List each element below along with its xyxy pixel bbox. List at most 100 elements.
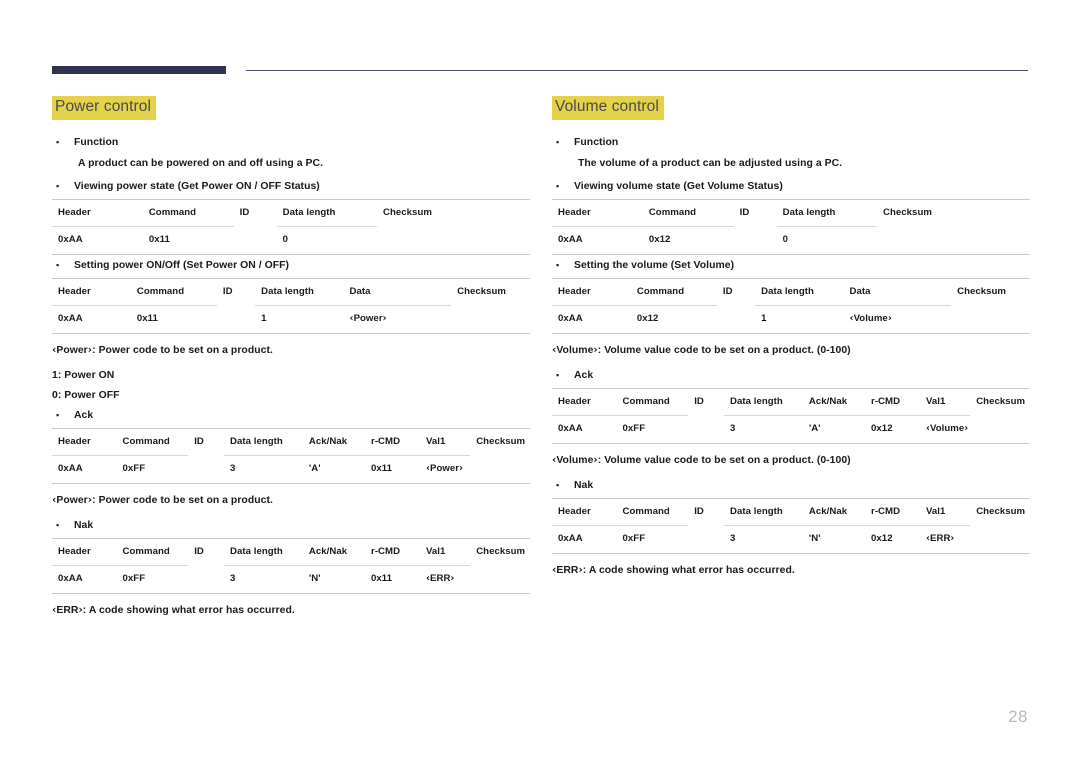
table-cell: 3 (224, 565, 303, 594)
column-header: Data (343, 277, 452, 306)
table-cell: 0 (776, 226, 878, 255)
protocol-table: Header Command ID Data length Ack/Nak r-CMD Va… (52, 427, 530, 484)
bracket-glyph: ‹ (426, 462, 431, 474)
header-rule-thick (52, 66, 226, 74)
bracket-glyph: ‹ (426, 572, 431, 584)
column-header: ID (688, 387, 725, 416)
column-header: ID (188, 537, 225, 566)
table-cell: 0x11 (142, 226, 234, 255)
table-cell: 3 (724, 415, 803, 444)
bullet-label: Setting power ON/Off (Set Power ON / OFF… (74, 259, 290, 271)
bullet-label: Setting the volume (Set Volume) (574, 259, 735, 271)
note-line: 1: Power ON (52, 369, 115, 381)
table-cell: 0xAA (52, 455, 117, 484)
column-header: Ack/Nak (802, 387, 866, 416)
bullet-item: ▪ Ack (52, 407, 530, 424)
column-header: Ack/Nak (302, 427, 366, 456)
bullet-dot-icon: ▪ (556, 479, 560, 490)
column-header: Command (616, 497, 689, 526)
bullet-item: ▪ Nak (552, 477, 1030, 494)
column-header: Command (142, 198, 234, 227)
column-header: Header (52, 277, 131, 306)
column-volume-control: Volume control ▪ Function The volume of a p… (552, 96, 1030, 587)
column-header: Header (552, 387, 617, 416)
table-cell: 'N' (802, 525, 866, 554)
table-cell: 0xAA (52, 226, 143, 255)
bracket-glyph: › (887, 312, 892, 324)
table-cell (951, 305, 1030, 334)
column-header: Data length (724, 387, 803, 416)
bullet-description: A product can be powered on and off usin… (78, 157, 324, 169)
bullet-dot-icon: ▪ (556, 369, 560, 380)
table-cell (970, 415, 1030, 444)
column-header: ID (688, 497, 725, 526)
bracket-glyph: ‹ (926, 532, 931, 544)
table-cell (451, 305, 530, 334)
table-cell: 0xAA (552, 226, 643, 255)
bullet-dot-icon: ▪ (556, 136, 560, 147)
note-line: ‹Volume›: Volume value code to be set on… (552, 453, 851, 466)
bracket-glyph: ‹ (552, 563, 557, 576)
column-header: Data length (224, 427, 303, 456)
table-row: 0xAA 0xFF 3 'A' 0x11 ‹Power› (52, 455, 530, 484)
column-header: ID (188, 427, 225, 456)
table-cell (733, 226, 777, 255)
column-header: Header (552, 277, 631, 306)
table-cell: 0x11 (365, 455, 420, 484)
table-cell (470, 455, 530, 484)
bullet-label: Nak (74, 519, 94, 531)
note-line: ‹Volume›: Volume value code to be set on… (552, 343, 851, 356)
table-row: 0xAA 0x12 1 ‹Volume› (552, 305, 1030, 334)
header-rule-thin (246, 70, 1028, 72)
protocol-table: Header Command ID Data length Ack/Nak r-CMD Va… (552, 387, 1030, 444)
bracket-glyph: › (87, 493, 93, 506)
bracket-glyph: ‹ (349, 312, 354, 324)
column-header: Val1 (420, 427, 471, 456)
table-cell: ‹Power› (343, 305, 452, 334)
bracket-glyph: › (593, 343, 598, 356)
table-cell (188, 565, 225, 594)
bullet-item: ▪ Ack (552, 367, 1030, 384)
bracket-glyph: › (950, 532, 955, 544)
column-power-control: Power control ▪ Function A product can be p… (52, 96, 530, 627)
bullet-label: Ack (574, 369, 594, 381)
bullet-dot-icon: ▪ (556, 259, 560, 270)
bullet-dot-icon: ▪ (556, 180, 560, 191)
column-header: Data length (776, 198, 878, 227)
table-cell: 0x12 (642, 226, 734, 255)
section-title: Power control (52, 96, 157, 120)
table-cell (970, 525, 1030, 554)
table-row: 0xAA 0xFF 3 'A' 0x12 ‹Volume› (552, 415, 1030, 444)
bracket-glyph: › (450, 572, 455, 584)
bullet-label: Function (74, 136, 119, 148)
table-cell (688, 415, 725, 444)
protocol-table: Header Command ID Data length Ack/Nak r-CMD Va… (552, 497, 1030, 554)
bullet-dot-icon: ▪ (56, 409, 60, 420)
table-cell: ‹Volume› (920, 415, 971, 444)
bullet-dot-icon: ▪ (56, 136, 60, 147)
table-header-row: Header Command ID Data length Ack/Nak r-CMD Va… (52, 537, 530, 566)
table-cell: ‹ERR› (920, 525, 971, 554)
table-cell: 3 (724, 525, 803, 554)
bullet-label: Viewing volume state (Get Volume Status) (574, 180, 783, 192)
bracket-glyph: ‹ (52, 493, 57, 506)
column-header: Checksum (470, 537, 530, 566)
column-header: Data (843, 277, 952, 306)
bullet-item: ▪ Setting power ON/Off (Set Power ON / OF… (52, 257, 530, 274)
table-header-row: Header Command ID Data length Ack/Nak r-CMD Va… (52, 427, 530, 456)
bracket-glyph: ‹ (552, 343, 557, 356)
column-header: ID (716, 277, 756, 306)
column-header: Command (130, 277, 217, 306)
column-header: Data length (224, 537, 303, 566)
table-header-row: Header Command ID Data length Ack/Nak r-CMD Va… (552, 497, 1030, 526)
table-cell: 0xFF (616, 415, 689, 444)
table-cell: 0xFF (116, 565, 189, 594)
table-cell: 0x11 (365, 565, 420, 594)
bullet-item: ▪ Nak (52, 517, 530, 534)
header-rule (52, 66, 1028, 78)
protocol-table: Header Command ID Data length Data Checksum 0x… (52, 277, 530, 334)
protocol-table: Header Command ID Data length Checksum 0xAA 0x… (552, 198, 1030, 255)
protocol-table: Header Command ID Data length Data Checksum 0x… (552, 277, 1030, 334)
table-header-row: Header Command ID Data length Ack/Nak r-CMD Va… (552, 387, 1030, 416)
table-cell: 'A' (802, 415, 866, 444)
